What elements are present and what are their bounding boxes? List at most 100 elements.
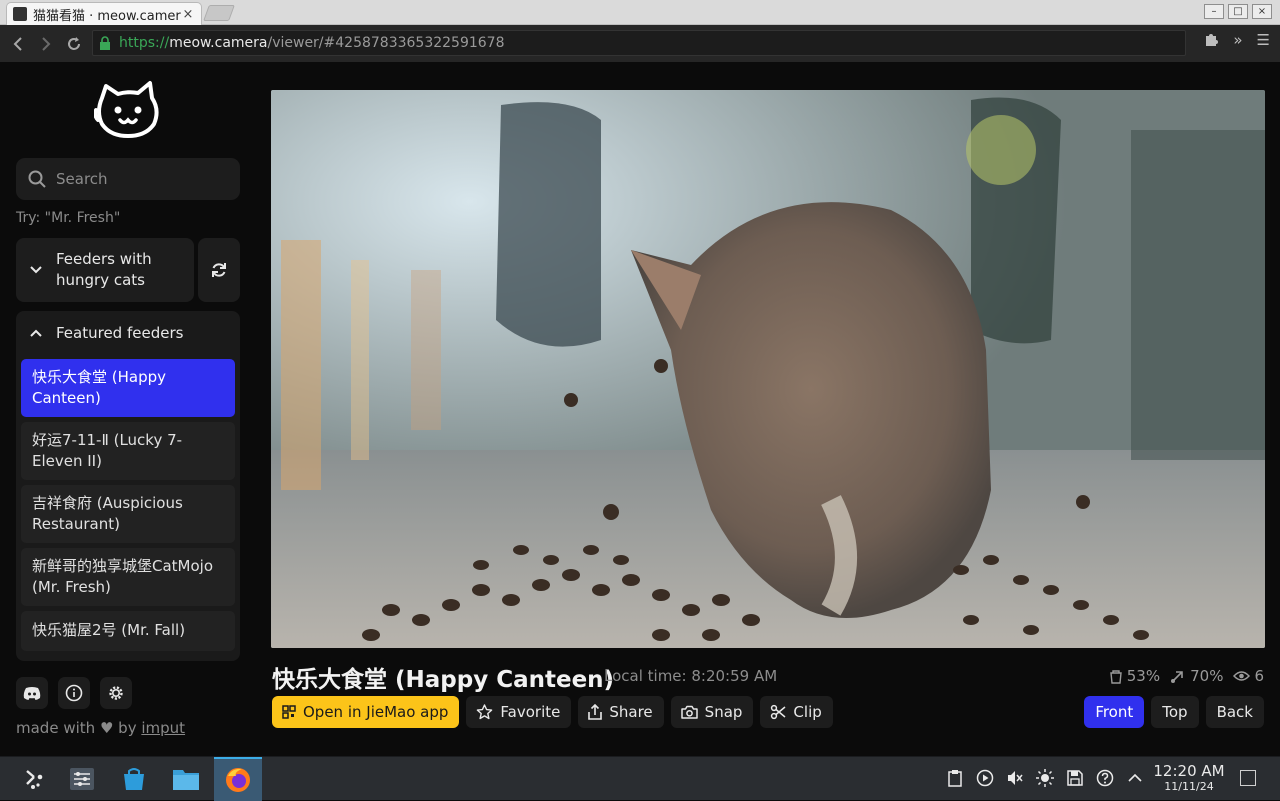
app-launcher-button[interactable] — [10, 757, 58, 801]
firefox-app[interactable] — [214, 757, 262, 801]
view-front-button[interactable]: Front — [1084, 696, 1145, 728]
tab-favicon-icon — [13, 7, 27, 21]
chevron-down-icon — [30, 266, 42, 274]
feeder-item-lucky-7-eleven[interactable]: 好运7-11-Ⅱ (Lucky 7-Eleven II) — [21, 422, 235, 480]
clock-time: 12:20 AM — [1153, 762, 1225, 780]
signal-icon — [1171, 670, 1183, 683]
clipboard-icon[interactable] — [946, 769, 964, 787]
address-toolbar: https://meow.camera/viewer/#425878336532… — [0, 25, 1280, 62]
settings-sliders-icon — [70, 768, 94, 790]
window-close-button[interactable]: × — [1252, 4, 1272, 19]
feeder-item-happy-canteen[interactable]: 快乐大食堂 (Happy Canteen) — [21, 359, 235, 417]
address-bar[interactable]: https://meow.camera/viewer/#425878336532… — [92, 30, 1186, 56]
system-tray — [946, 769, 1144, 787]
window-maximize-button[interactable]: □ — [1228, 4, 1248, 19]
settings-button[interactable] — [100, 677, 132, 709]
clock[interactable]: 12:20 AM 11/11/24 — [1150, 762, 1228, 794]
clip-button[interactable]: Clip — [760, 696, 833, 728]
search-hint: Try: "Mr. Fresh" — [16, 210, 121, 226]
featured-feeders-toggle[interactable]: Featured feeders — [16, 311, 240, 355]
share-button[interactable]: Share — [578, 696, 664, 728]
tab-close-icon[interactable]: × — [181, 7, 195, 22]
signal-stat: 70% — [1170, 667, 1223, 685]
back-icon[interactable] — [4, 30, 32, 58]
save-disk-icon[interactable] — [1066, 769, 1084, 787]
search-icon — [28, 170, 46, 188]
qr-code-icon — [282, 705, 296, 719]
forward-icon[interactable] — [32, 30, 60, 58]
eye-icon — [1233, 671, 1251, 681]
hungry-cats-group-label: Feeders with hungry cats — [56, 250, 152, 289]
window-minimize-button[interactable]: – — [1204, 4, 1224, 19]
share-icon — [588, 704, 603, 720]
favorite-label: Favorite — [500, 703, 561, 721]
snap-button[interactable]: Snap — [670, 696, 754, 728]
browser-menu-icon[interactable]: ☰ — [1257, 31, 1270, 51]
sidebar-footer-icons — [16, 677, 132, 709]
show-desktop-button[interactable] — [1240, 770, 1256, 786]
browser-tab[interactable]: 猫猫看猫 · meow.camera × — [6, 2, 202, 25]
tab-title: 猫猫看猫 · meow.camera — [33, 8, 181, 24]
about-button[interactable] — [58, 677, 90, 709]
help-icon[interactable] — [1096, 769, 1114, 787]
heart-icon: ♥ — [99, 719, 114, 737]
taskbar: 12:20 AM 11/11/24 — [0, 756, 1280, 801]
feeder-actions: Open in JieMao app Favorite Share Snap C… — [272, 696, 833, 728]
featured-feeders-panel: Featured feeders 快乐大食堂 (Happy Canteen) 好… — [16, 311, 240, 661]
author-link[interactable]: imput — [141, 719, 185, 737]
clock-date: 11/11/24 — [1164, 780, 1214, 793]
overflow-chevron-icon[interactable]: » — [1233, 31, 1242, 51]
food-level-stat: 53% — [1109, 667, 1160, 685]
folder-icon — [173, 770, 199, 790]
feeder-item-auspicious-restaurant[interactable]: 吉祥食府 (Auspicious Restaurant) — [21, 485, 235, 543]
chevron-up-icon — [30, 329, 42, 337]
hungry-cats-group-toggle[interactable]: Feeders with hungry cats — [16, 238, 194, 302]
feeder-info-row: 快乐大食堂 (Happy Canteen) Local time: 8:20:5… — [272, 660, 1264, 693]
refresh-icon — [212, 263, 226, 277]
gear-icon — [109, 686, 123, 700]
url-scheme: https:// — [119, 35, 170, 51]
discord-button[interactable] — [16, 677, 48, 709]
camera-feed-video[interactable] — [271, 90, 1265, 648]
software-store-app[interactable] — [110, 757, 158, 801]
viewers-count: 6 — [1254, 667, 1264, 685]
open-in-app-button[interactable]: Open in JieMao app — [272, 696, 460, 728]
tray-expand-chevron-icon[interactable] — [1126, 769, 1144, 787]
browser-extensions: » ☰ — [1203, 31, 1270, 51]
view-back-button[interactable]: Back — [1205, 696, 1264, 728]
new-tab-button[interactable] — [203, 5, 235, 21]
file-manager-app[interactable] — [162, 757, 210, 801]
media-play-icon[interactable] — [976, 769, 994, 787]
volume-muted-icon[interactable] — [1006, 769, 1024, 787]
food-level-value: 53% — [1126, 667, 1161, 685]
lock-icon — [100, 36, 110, 50]
feeder-item-mr-fall[interactable]: 快乐猫屋2号 (Mr. Fall) — [21, 611, 235, 651]
search-input[interactable] — [56, 170, 226, 188]
open-in-app-label: Open in JieMao app — [303, 703, 449, 721]
discord-icon — [23, 687, 41, 700]
made-with-text: made with — [16, 719, 96, 737]
brightness-icon[interactable] — [1036, 769, 1054, 787]
camera-icon — [680, 705, 698, 719]
meow-camera-logo-icon[interactable] — [94, 80, 162, 140]
camera-frame-image — [271, 90, 1265, 648]
sidebar: Try: "Mr. Fresh" Feeders with hungry cat… — [0, 62, 256, 756]
feeder-list: 快乐大食堂 (Happy Canteen) 好运7-11-Ⅱ (Lucky 7-… — [21, 359, 235, 656]
search-box[interactable] — [16, 158, 240, 200]
feeder-item-mr-fresh[interactable]: 新鲜哥的独享城堡CatMojo (Mr. Fresh) — [21, 548, 235, 606]
camera-view-switcher: Front Top Back — [1084, 696, 1264, 728]
system-settings-app[interactable] — [58, 757, 106, 801]
star-icon — [477, 704, 493, 720]
extension-puzzle-icon[interactable] — [1203, 31, 1219, 51]
firefox-icon — [226, 768, 250, 792]
refresh-button[interactable] — [198, 238, 240, 302]
view-top-button[interactable]: Top — [1151, 696, 1199, 728]
favorite-button[interactable]: Favorite — [466, 696, 572, 728]
feeder-title: 快乐大食堂 (Happy Canteen) — [272, 667, 615, 693]
local-time: Local time: 8:20:59 AM — [604, 667, 778, 685]
signal-value: 70% — [1190, 667, 1224, 685]
reload-icon[interactable] — [60, 30, 88, 58]
food-bag-icon — [1109, 669, 1122, 684]
browser-tab-strip: 猫猫看猫 · meow.camera × – □ × — [0, 0, 1280, 25]
info-icon — [65, 684, 83, 702]
